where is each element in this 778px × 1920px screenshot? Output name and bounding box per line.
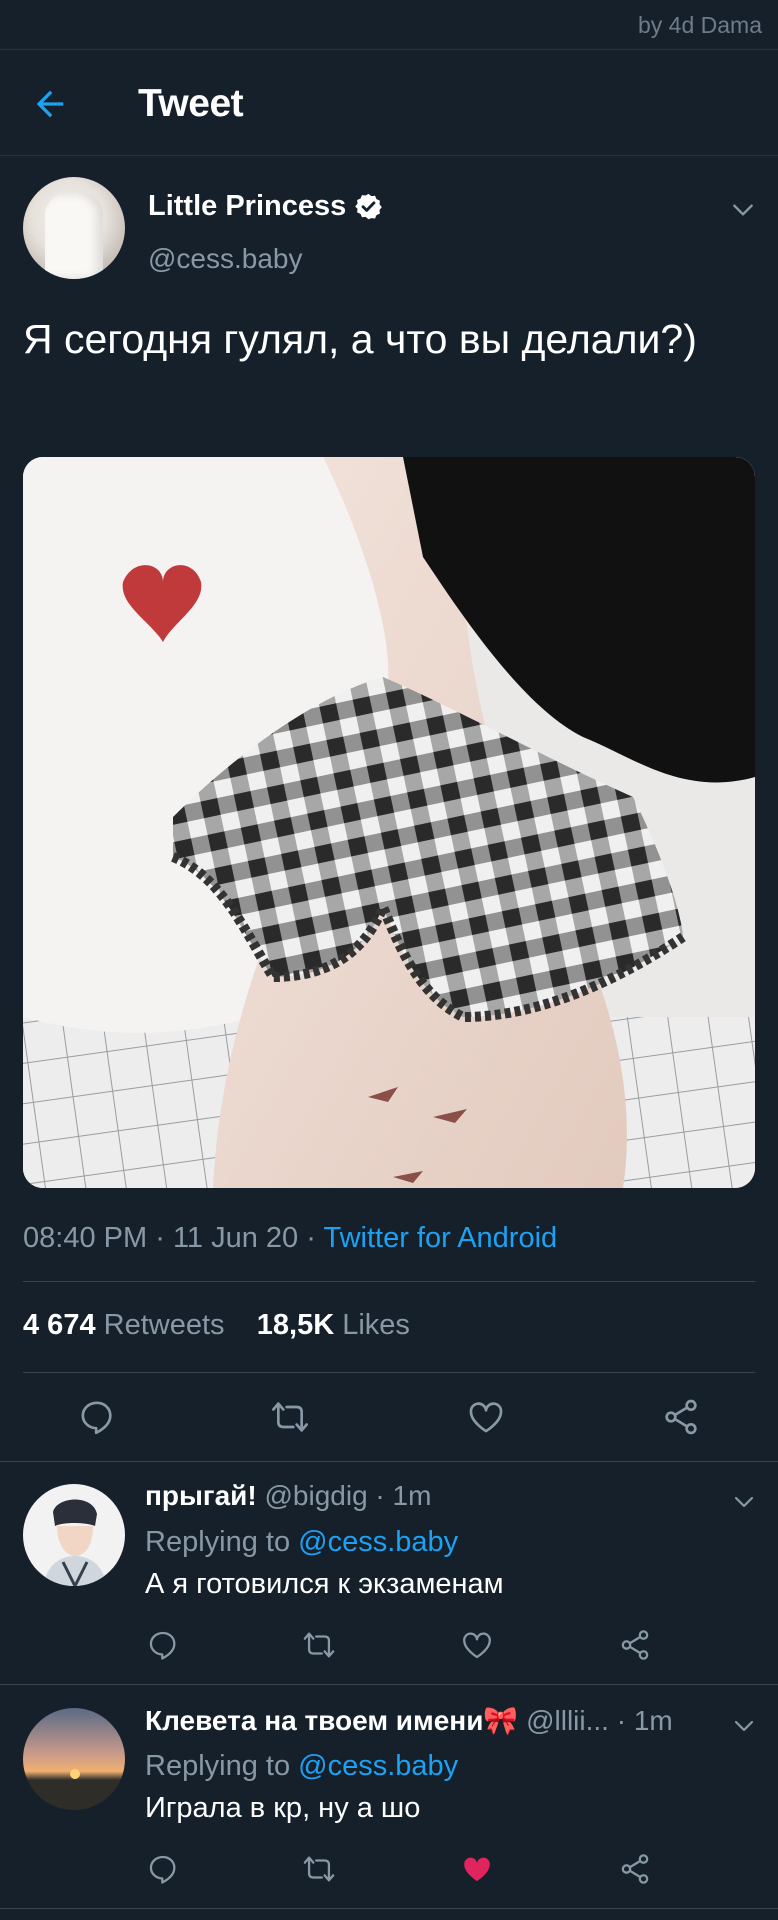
- share-icon[interactable]: [661, 1397, 701, 1437]
- reply-author-name[interactable]: Клевета на твоем имени🎀: [145, 1705, 518, 1736]
- tweet-text: Я сегодня гулял, а что вы делали?): [23, 316, 697, 362]
- avatar[interactable]: [23, 1708, 125, 1810]
- like-icon[interactable]: [466, 1397, 506, 1437]
- verified-badge-icon: [355, 193, 383, 220]
- tweet-actions: [0, 1397, 778, 1457]
- retweets-stat[interactable]: 4 674 Retweets: [23, 1309, 225, 1341]
- chevron-down-icon[interactable]: [732, 1490, 756, 1514]
- reply-icon[interactable]: [77, 1397, 117, 1437]
- separator-dot: ·: [306, 1222, 316, 1254]
- replying-to: Replying to @cess.baby: [145, 1750, 459, 1782]
- share-icon[interactable]: [618, 1852, 652, 1886]
- reply-icon[interactable]: [146, 1852, 180, 1886]
- tweet-photo[interactable]: [23, 457, 755, 1188]
- reply-author-name[interactable]: прыгай!: [145, 1480, 257, 1511]
- author-row: Little Princess: [148, 190, 383, 223]
- reply-tweet[interactable]: Клевета на твоем имени🎀 @lllii... · 1m R…: [0, 1686, 778, 1909]
- tweet-timestamp: 08:40 PM · 11 Jun 20 · Twitter for Andro…: [23, 1222, 557, 1255]
- share-icon[interactable]: [618, 1628, 652, 1662]
- page-title: Tweet: [138, 82, 244, 125]
- reply-header: Клевета на твоем имени🎀 @lllii... · 1m: [145, 1704, 673, 1737]
- chevron-down-icon[interactable]: [730, 197, 756, 223]
- mention-link[interactable]: @cess.baby: [298, 1750, 458, 1782]
- divider: [23, 1281, 755, 1282]
- like-icon[interactable]: [460, 1628, 494, 1662]
- reply-text: А я готовился к экзаменам: [145, 1568, 504, 1600]
- watermark: by 4d Dama: [637, 12, 762, 38]
- retweet-icon[interactable]: [302, 1628, 336, 1662]
- chevron-down-icon[interactable]: [732, 1714, 756, 1738]
- avatar[interactable]: [23, 1484, 125, 1586]
- header-bar: Tweet: [0, 50, 778, 156]
- date-text: 11 Jun 20: [172, 1222, 299, 1254]
- tweet-stats: 4 674 Retweets 18,5K Likes: [23, 1309, 410, 1342]
- reply-time: · 1m: [375, 1480, 432, 1511]
- author-handle[interactable]: @cess.baby: [148, 243, 303, 275]
- retweet-icon[interactable]: [302, 1852, 336, 1886]
- reply-icon[interactable]: [146, 1628, 180, 1662]
- reply-text: Играла в кр, ну а шо: [145, 1792, 421, 1824]
- reply-header: прыгай! @bigdig · 1m: [145, 1480, 431, 1512]
- likes-stat[interactable]: 18,5K Likes: [257, 1309, 410, 1341]
- replying-to: Replying to @cess.baby: [145, 1526, 459, 1558]
- reply-time: · 1m: [616, 1705, 673, 1736]
- separator-dot: ·: [155, 1222, 165, 1254]
- source-link[interactable]: Twitter for Android: [323, 1222, 557, 1254]
- reply-author-handle[interactable]: @lllii...: [526, 1705, 609, 1736]
- time-text: 08:40 PM: [23, 1222, 148, 1254]
- photo-image: [23, 457, 755, 1188]
- author-name[interactable]: Little Princess: [148, 190, 346, 223]
- retweet-icon[interactable]: [270, 1397, 310, 1437]
- reply-author-handle[interactable]: @bigdig: [264, 1480, 367, 1511]
- avatar[interactable]: [23, 177, 125, 279]
- reply-tweet[interactable]: прыгай! @bigdig · 1m Replying to @cess.b…: [0, 1462, 778, 1685]
- like-icon-active[interactable]: [460, 1852, 494, 1886]
- mention-link[interactable]: @cess.baby: [298, 1526, 458, 1558]
- divider: [23, 1372, 755, 1373]
- arrow-left-icon[interactable]: [30, 84, 70, 124]
